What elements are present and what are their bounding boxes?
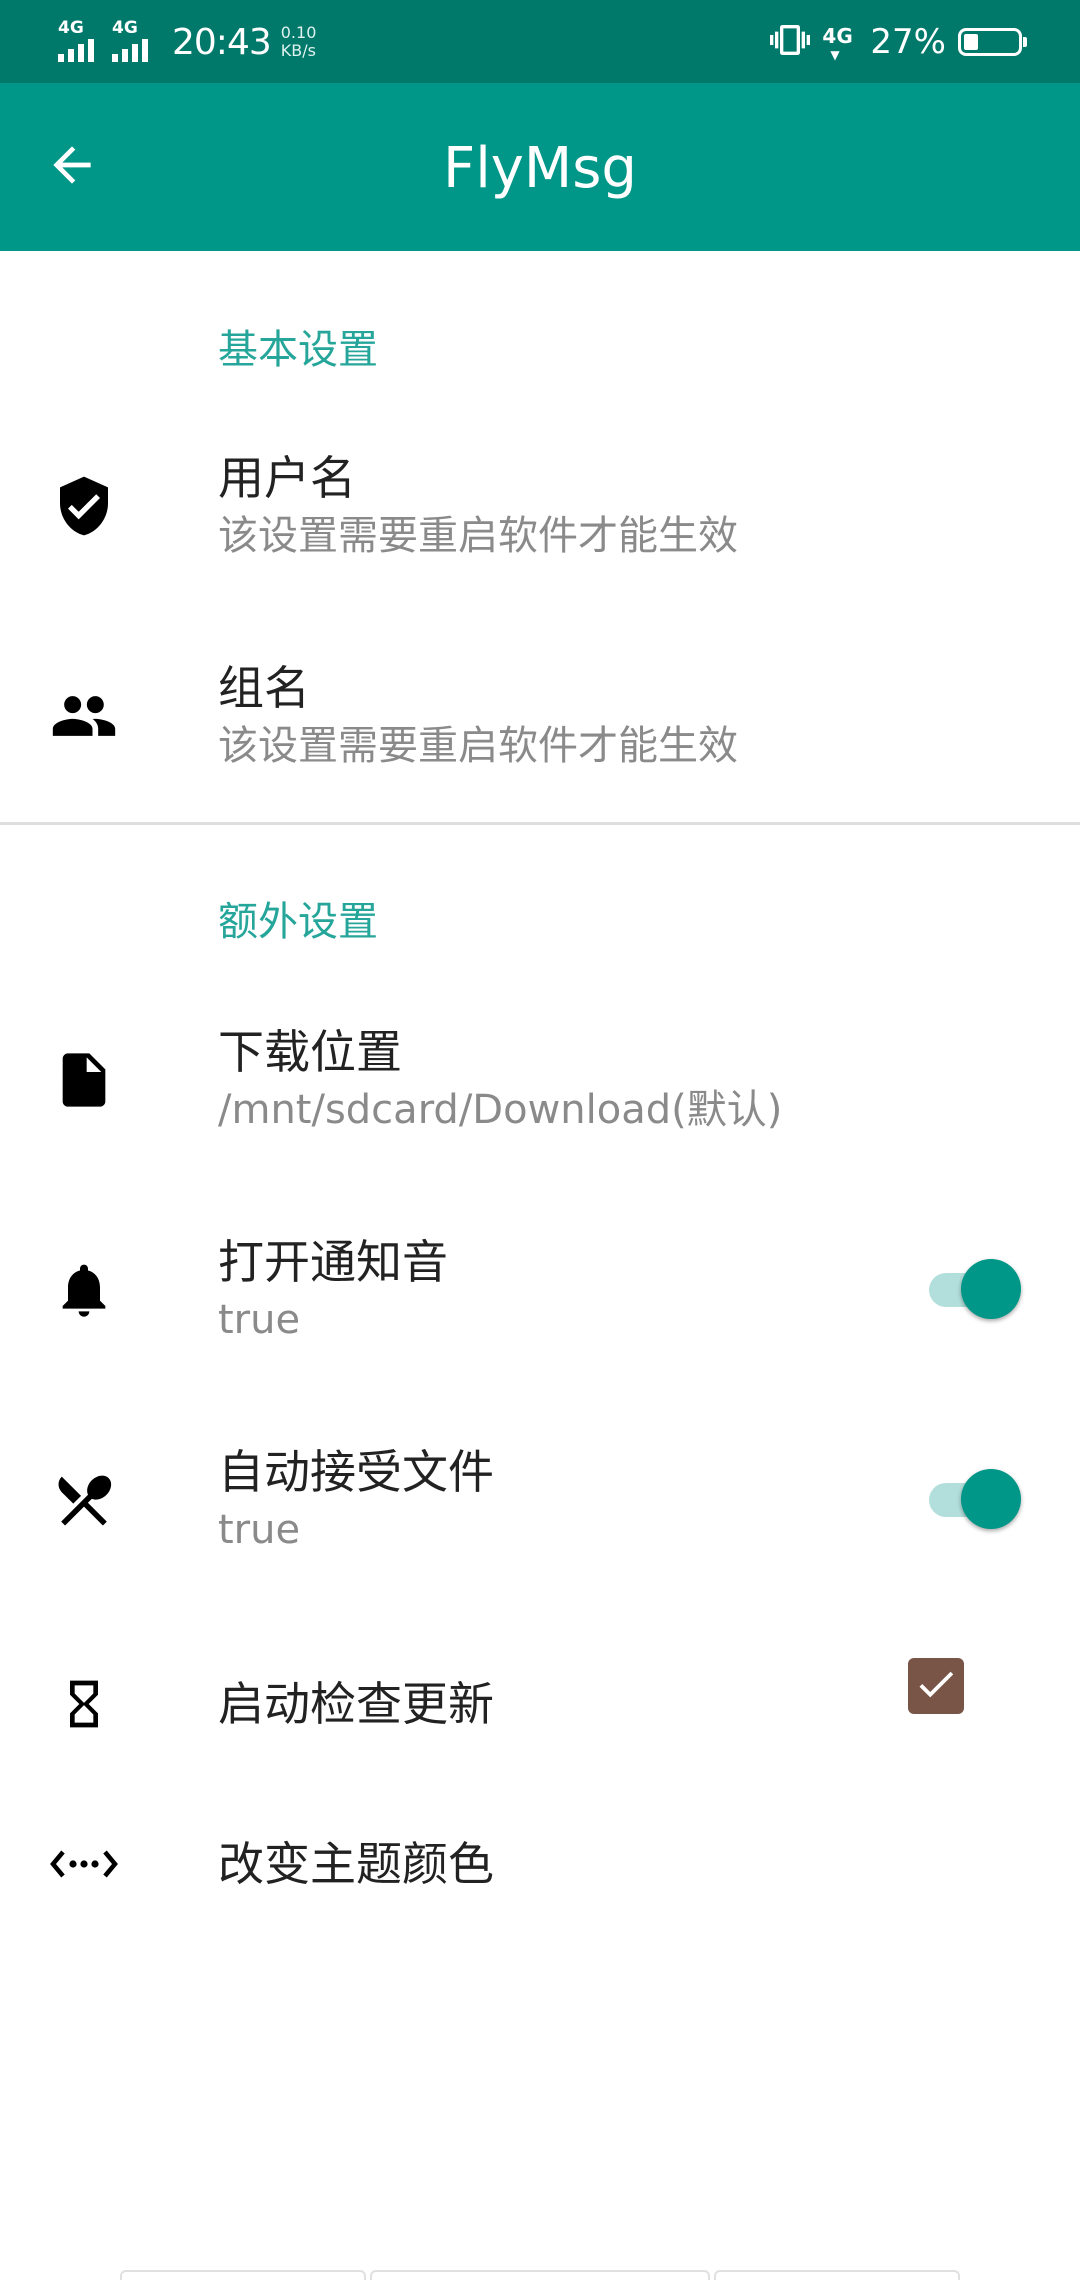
switch-thumb (961, 1259, 1021, 1319)
battery-percent: 27% (870, 22, 946, 62)
pref-auto-accept-summary: true (218, 1507, 301, 1553)
check-update-checkbox[interactable] (908, 1658, 964, 1714)
settings-screen: 4G 4G 20:43 0.10 KB/s 4G ▼ 27% FlyMsg 基本… (0, 0, 1080, 2280)
vibrate-icon (770, 20, 811, 64)
pref-change-theme-title: 改变主题颜色 (218, 1837, 494, 1891)
section-divider (0, 822, 1080, 825)
bottom-partial-tab (714, 2270, 960, 2280)
pref-username[interactable]: 用户名 该设置需要重启软件才能生效 (0, 430, 1080, 630)
net-speed: 0.10 KB/s (281, 24, 317, 60)
pref-group[interactable]: 组名 该设置需要重启软件才能生效 (0, 640, 1080, 820)
signal-strength-1: 4G (58, 20, 108, 64)
checkmark-icon (913, 1661, 959, 1711)
pref-group-title: 组名 (218, 661, 310, 715)
section-header-extra: 额外设置 (218, 899, 378, 945)
net-speed-unit: KB/s (280, 41, 316, 60)
battery-level-fill (964, 34, 978, 50)
pref-download-summary: /mnt/sdcard/Download(默认) (218, 1087, 783, 1133)
pref-check-update[interactable]: 启动检查更新 (0, 1630, 1080, 1780)
bottom-partial-tab (120, 2270, 366, 2280)
file-icon (48, 1044, 120, 1116)
net-speed-value: 0.10 (280, 23, 317, 42)
pref-download-location[interactable]: 下载位置 /mnt/sdcard/Download(默认) (0, 1000, 1080, 1200)
status-bar-right: 4G ▼ 27% (770, 14, 1027, 70)
status-time: 20:43 (172, 21, 272, 63)
switch-thumb (961, 1469, 1021, 1529)
signal-2-label: 4G (112, 18, 138, 38)
battery-icon (958, 28, 1027, 56)
auto-accept-switch[interactable] (925, 1467, 1025, 1531)
code-arrows-icon (48, 1828, 120, 1900)
pref-group-summary: 该设置需要重启软件才能生效 (218, 723, 738, 769)
pref-notification-summary: true (218, 1297, 301, 1343)
section-header-basic: 基本设置 (218, 327, 378, 373)
page-title: FlyMsg (443, 136, 637, 201)
app-bar: FlyMsg (0, 83, 1080, 251)
bottom-partial-tab (370, 2270, 710, 2280)
signal-bars-icon (112, 39, 148, 62)
bell-icon (48, 1254, 120, 1326)
notification-sound-switch[interactable] (925, 1257, 1025, 1321)
group-icon (48, 680, 120, 752)
pref-username-summary: 该设置需要重启软件才能生效 (218, 513, 738, 559)
pref-username-title: 用户名 (218, 451, 356, 505)
utensils-icon (48, 1464, 120, 1536)
status-bar: 4G 4G 20:43 0.10 KB/s 4G ▼ 27% (0, 0, 1080, 83)
pref-change-theme[interactable]: 改变主题颜色 (0, 1790, 1080, 1940)
data-activity-icon: ▼ (830, 48, 840, 62)
pref-notification-title: 打开通知音 (218, 1235, 448, 1289)
network-label: 4G (822, 24, 853, 48)
pref-download-title: 下载位置 (218, 1025, 402, 1079)
pref-auto-accept-files[interactable]: 自动接受文件 true (0, 1420, 1080, 1620)
hourglass-icon (48, 1668, 120, 1740)
signal-1-label: 4G (58, 18, 84, 38)
signal-bars-icon (58, 39, 94, 62)
network-type: 4G ▼ (822, 22, 858, 62)
pref-auto-accept-title: 自动接受文件 (218, 1445, 494, 1499)
signal-strength-2: 4G (112, 20, 162, 64)
verified-shield-icon (48, 470, 120, 542)
pref-check-update-title: 启动检查更新 (218, 1677, 494, 1731)
pref-notification-sound[interactable]: 打开通知音 true (0, 1210, 1080, 1410)
status-bar-left: 4G 4G 20:43 0.10 KB/s (58, 14, 316, 70)
